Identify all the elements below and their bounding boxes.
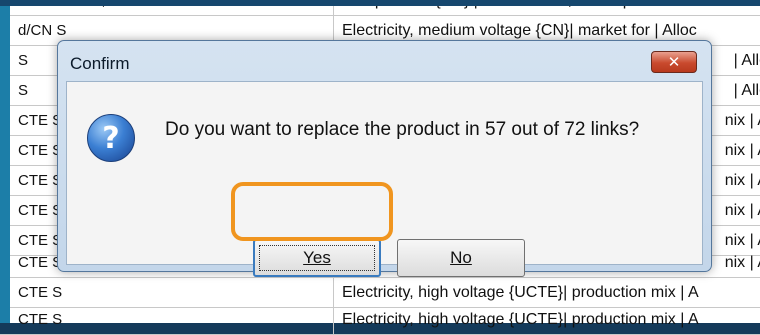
yes-button-label: Yes (303, 248, 331, 267)
no-button-label: No (450, 248, 472, 267)
close-button[interactable]: ✕ (651, 51, 697, 73)
dialog-title: Confirm (70, 54, 130, 73)
table-cell: CTE S (10, 305, 334, 334)
no-button[interactable]: No (397, 239, 525, 277)
yes-button[interactable]: Yes (253, 239, 381, 277)
dialog-message: Do you want to replace the product in 57… (165, 119, 640, 140)
window-top-edge (0, 0, 760, 6)
dialog-body: ? Do you want to replace the product in … (66, 81, 703, 277)
table-row[interactable]: CTE S Electricity, high voltage {UCTE}| … (0, 305, 760, 335)
table-cell: Electricity, high voltage {UCTE}| produc… (342, 311, 699, 328)
table-row[interactable]: CTE S Electricity, high voltage {UCTE}| … (0, 278, 760, 308)
window-left-border (0, 0, 10, 323)
table-cell: CTE S (10, 278, 334, 307)
confirm-dialog: Confirm ✕ ? Do you want to replace the p… (57, 40, 712, 277)
table-cell: Electricity, high voltage {UCTE}| produc… (342, 284, 699, 301)
close-icon: ✕ (667, 52, 681, 71)
question-icon: ? (87, 114, 135, 162)
